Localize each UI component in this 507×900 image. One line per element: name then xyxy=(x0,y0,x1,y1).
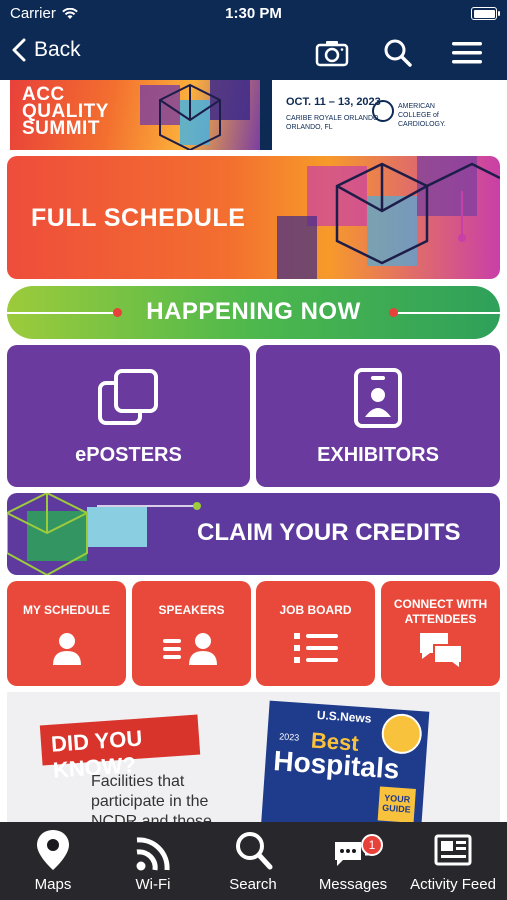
full-schedule-label: FULL SCHEDULE xyxy=(31,204,246,232)
did-you-know-ribbon: DID YOU KNOW? xyxy=(39,714,201,783)
event-venue: CARIBE ROYALE ORLANDO ORLANDO, FL xyxy=(286,114,378,132)
did-you-know-text: Facilities that participate in the NCDR … xyxy=(91,773,212,822)
camera-icon[interactable] xyxy=(315,38,349,68)
exhibitors-tile[interactable]: EXHIBITORS xyxy=(256,345,500,487)
battery-icon xyxy=(471,7,500,20)
eposters-tile[interactable]: ePOSTERS xyxy=(7,345,250,487)
job-board-label: JOB BOARD xyxy=(279,603,352,617)
person-icon xyxy=(50,631,84,670)
cube-pattern-graphic xyxy=(7,493,201,575)
acc-logo-text: AMERICAN COLLEGE of CARDIOLOGY. xyxy=(398,102,446,129)
banner-info: OCT. 11 – 13, 2023 CARIBE ROYALE ORLANDO… xyxy=(272,80,497,150)
acc-seal-logo xyxy=(372,100,394,122)
id-badge-icon xyxy=(353,367,403,434)
magazine-brand: U.S.News xyxy=(316,707,372,726)
speaker-list-icon xyxy=(162,631,221,670)
org-line1: AMERICAN xyxy=(398,103,435,110)
banner-graphic: ACC QUALITY SUMMIT xyxy=(10,80,260,150)
banner-title: ACC QUALITY SUMMIT xyxy=(22,85,109,139)
acc-badge-icon xyxy=(380,712,424,756)
copy-icon xyxy=(96,367,162,432)
full-schedule-tile[interactable]: FULL SCHEDULE xyxy=(7,156,500,279)
tab-search[interactable]: Search xyxy=(203,828,303,893)
search-icon xyxy=(236,832,273,870)
tab-messages[interactable]: 1 Messages xyxy=(303,828,403,893)
tab-activity-feed-label: Activity Feed xyxy=(410,876,496,893)
my-schedule-label: MY SCHEDULE xyxy=(22,603,111,617)
event-date: OCT. 11 – 13, 2023 xyxy=(286,96,381,108)
tab-messages-label: Messages xyxy=(318,876,388,893)
tab-maps-label: Maps xyxy=(34,876,72,893)
back-label: Back xyxy=(34,38,81,61)
top-bar: Carrier 1:30 PM Back xyxy=(0,0,507,80)
magazine-cover-image: U.S.News 2023 Best Hospitals YOUR GUIDE xyxy=(260,700,430,822)
eposters-label: ePOSTERS xyxy=(75,444,182,466)
event-banner: ACC QUALITY SUMMIT OCT. 11 – 13, 2023 CA… xyxy=(10,80,497,150)
speakers-label: SPEAKERS xyxy=(158,603,225,617)
tab-wifi-label: Wi-Fi xyxy=(135,876,171,893)
map-pin-icon xyxy=(37,830,69,870)
did-you-know-card[interactable]: DID YOU KNOW? Facilities that participat… xyxy=(7,692,500,822)
venue-line1: CARIBE ROYALE ORLANDO xyxy=(286,115,379,122)
connect-attendees-tile[interactable]: CONNECT WITH ATTENDEES xyxy=(381,581,500,686)
menu-icon[interactable] xyxy=(451,38,485,68)
status-bar: Carrier 1:30 PM xyxy=(0,0,507,28)
chevron-left-icon xyxy=(12,38,26,62)
org-line3: CARDIOLOGY. xyxy=(398,121,446,128)
org-line2: COLLEGE of xyxy=(398,112,439,119)
nav-bar: Back xyxy=(0,28,507,80)
tab-maps[interactable]: Maps xyxy=(3,828,103,893)
magazine-year: 2023 xyxy=(278,731,300,743)
bottom-tab-bar: Maps Wi-Fi Search 1 Messages Activity Fe… xyxy=(0,822,507,900)
claim-credits-tile[interactable]: CLAIM YOUR CREDITS xyxy=(7,493,500,575)
tab-search-label: Search xyxy=(229,876,277,893)
tab-wifi[interactable]: Wi-Fi xyxy=(103,828,203,893)
job-board-tile[interactable]: JOB BOARD xyxy=(256,581,375,686)
magazine-guide: YOUR GUIDE xyxy=(377,786,416,822)
search-icon[interactable] xyxy=(383,38,417,68)
exhibitors-label: EXHIBITORS xyxy=(317,444,439,466)
back-button[interactable]: Back xyxy=(12,38,81,62)
banner-title-line3: SUMMIT xyxy=(22,118,100,139)
connect-label: CONNECT WITH ATTENDEES xyxy=(393,597,488,626)
messages-badge: 1 xyxy=(361,834,383,856)
venue-line2: ORLANDO, FL xyxy=(286,124,333,131)
list-icon xyxy=(293,631,338,670)
happening-now-tile[interactable]: HAPPENING NOW xyxy=(7,286,500,339)
speakers-tile[interactable]: SPEAKERS xyxy=(132,581,251,686)
wifi-icon xyxy=(136,837,170,871)
tab-activity-feed[interactable]: Activity Feed xyxy=(403,828,503,893)
happening-now-label: HAPPENING NOW xyxy=(146,298,361,325)
magazine-title: Hospitals xyxy=(272,745,401,785)
chat-bubbles-icon xyxy=(418,631,464,674)
status-time: 1:30 PM xyxy=(225,5,282,22)
my-schedule-tile[interactable]: MY SCHEDULE xyxy=(7,581,126,686)
claim-credits-label: CLAIM YOUR CREDITS xyxy=(197,519,461,546)
newspaper-icon xyxy=(434,834,472,866)
